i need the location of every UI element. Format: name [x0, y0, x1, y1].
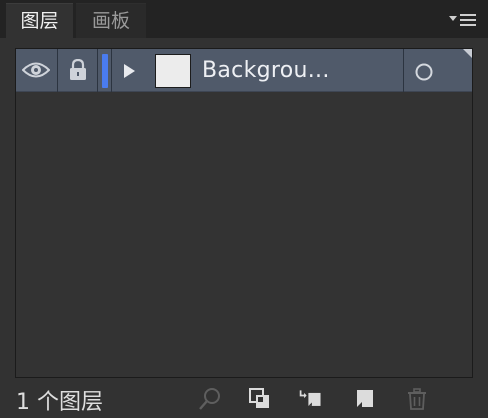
column-divider [403, 49, 404, 92]
column-divider [97, 49, 98, 92]
layer-color-swatch [102, 54, 108, 88]
layer-row[interactable]: Backgrou... [16, 49, 472, 92]
column-divider [57, 49, 58, 92]
layer-name[interactable]: Backgrou... [202, 49, 330, 92]
lock-icon[interactable] [68, 59, 88, 81]
panel-menu-icon[interactable] [448, 11, 478, 29]
layers-list: Backgrou... [15, 48, 473, 378]
tab-layers[interactable]: 图层 [6, 3, 73, 38]
expand-triangle-icon[interactable] [122, 63, 136, 79]
layer-count: 1 个图层 [16, 390, 103, 415]
delete-icon[interactable] [404, 386, 430, 412]
create-sublayer-icon[interactable] [298, 386, 324, 412]
target-circle-icon[interactable] [414, 62, 434, 82]
selection-corner-indicator [463, 49, 472, 58]
tab-artboards[interactable]: 画板 [76, 3, 146, 38]
column-divider [111, 49, 112, 92]
create-new-layer-icon[interactable] [352, 386, 378, 412]
eye-icon[interactable] [22, 60, 50, 80]
panel-footer: 1 个图层 [0, 380, 488, 418]
layer-thumbnail [155, 54, 191, 88]
make-clipping-mask-icon[interactable] [247, 386, 273, 412]
panel-tab-bar: 图层 画板 [0, 0, 488, 38]
locate-object-icon[interactable] [197, 386, 223, 412]
